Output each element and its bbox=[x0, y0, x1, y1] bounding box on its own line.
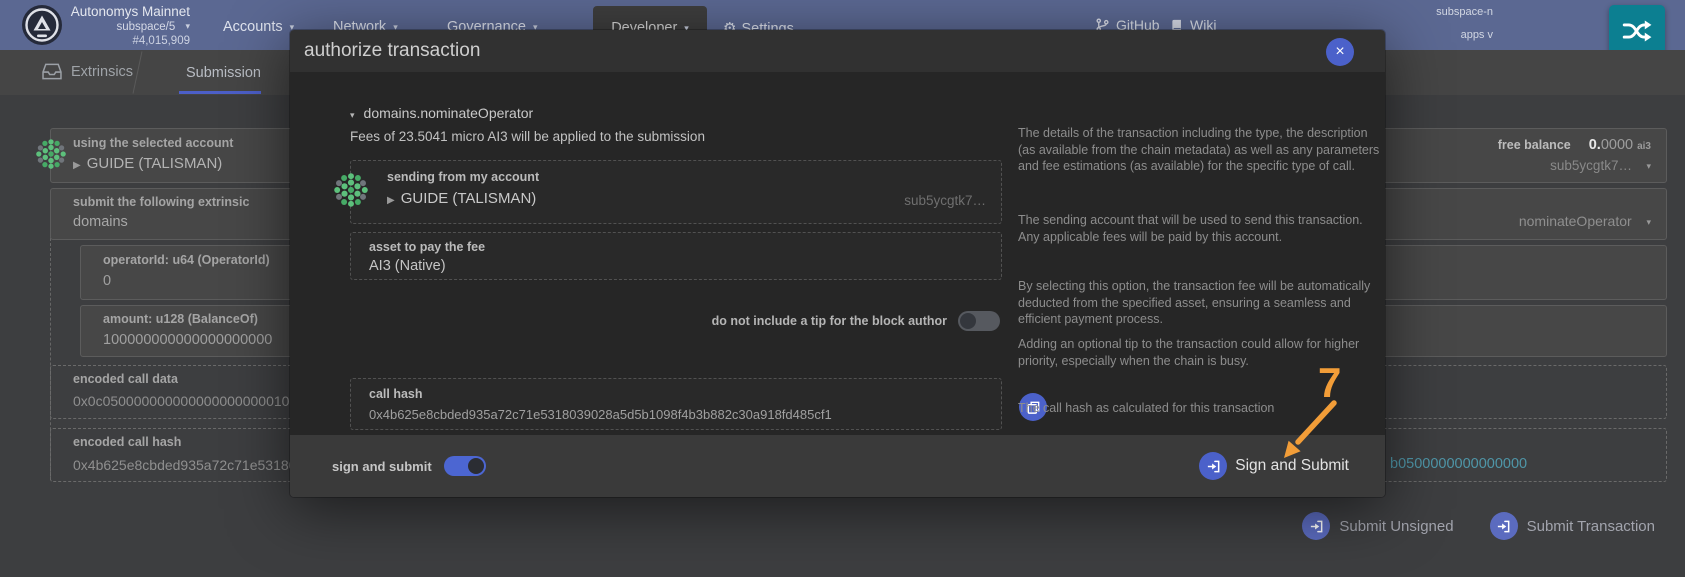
help-text-fee-asset: By selecting this option, the transactio… bbox=[1018, 278, 1380, 328]
nav-item-accounts[interactable]: Accounts▾ bbox=[223, 19, 294, 35]
chevron-down-icon: ▾ bbox=[1646, 217, 1651, 227]
tip-toggle[interactable] bbox=[958, 311, 1000, 331]
field-label: encoded call hash bbox=[73, 435, 181, 449]
call-select[interactable]: nominateOperator ▾ bbox=[1519, 213, 1651, 229]
account-name: GUIDE (TALISMAN) bbox=[87, 155, 223, 172]
page-actions: Submit Unsigned Submit Transaction bbox=[1302, 512, 1655, 540]
chain-spec: subspace/5 ▾ bbox=[60, 21, 190, 34]
close-icon[interactable]: × bbox=[1326, 38, 1354, 66]
sender-account-box[interactable]: sending from my account ▶ GUIDE (TALISMAN… bbox=[350, 160, 1002, 224]
chevron-down-icon: ▾ bbox=[350, 110, 355, 120]
autonomys-logo-icon bbox=[22, 5, 62, 45]
call-hash-value: 0x4b625e8cbded935a72c71e5318039028a5d5b1… bbox=[369, 407, 832, 422]
sign-and-submit-toggle-label: sign and submit bbox=[332, 459, 432, 474]
shuffle-icon bbox=[1622, 18, 1652, 44]
chevron-down-icon: ▾ bbox=[185, 21, 190, 31]
call-hash-box: call hash 0x4b625e8cbded935a72c71e531803… bbox=[350, 378, 1002, 430]
modal-title: authorize transaction bbox=[304, 40, 480, 62]
account-identicon bbox=[36, 139, 66, 169]
field-label: sending from my account bbox=[387, 170, 539, 184]
fee-asset-box[interactable]: asset to pay the fee AI3 (Native) bbox=[350, 232, 1002, 280]
param-label: amount: u128 (BalanceOf) bbox=[103, 312, 258, 326]
apps-version: apps v bbox=[1373, 29, 1493, 41]
sender-name: GUIDE (TALISMAN) bbox=[401, 190, 537, 207]
sender-address: sub5ycgtk7… bbox=[904, 193, 986, 208]
param-label: operatorId: u64 (OperatorId) bbox=[103, 253, 270, 267]
tab-extrinsics[interactable]: Extrinsics bbox=[42, 63, 133, 80]
help-text-sender: The sending account that will be used to… bbox=[1018, 212, 1380, 245]
tab-separator bbox=[133, 51, 143, 93]
field-label: encoded call data bbox=[73, 372, 178, 386]
submit-transaction-button[interactable]: Submit Transaction bbox=[1490, 512, 1655, 540]
block-number: #4,015,909 bbox=[60, 35, 190, 48]
account-value: ▶ GUIDE (TALISMAN) bbox=[73, 155, 222, 172]
active-tab-indicator bbox=[179, 91, 261, 94]
field-label: submit the following extrinsic bbox=[73, 195, 249, 209]
network-version: subspace-n bbox=[1373, 6, 1493, 18]
caret-right-icon: ▶ bbox=[73, 160, 81, 171]
authorize-transaction-modal: ▾ domains.nominateOperator Fees of 23.504… bbox=[290, 30, 1385, 497]
caret-right-icon: ▶ bbox=[387, 195, 395, 206]
chain-selector[interactable]: Autonomys Mainnet subspace/5 ▾ #4,015,90… bbox=[60, 4, 190, 48]
tip-label: do not include a tip for the block autho… bbox=[712, 314, 947, 328]
sign-and-submit-toggle[interactable] bbox=[444, 456, 486, 476]
sign-in-icon bbox=[1199, 452, 1227, 480]
free-balance: free balance 0.0000ai3 bbox=[1498, 136, 1651, 154]
inbox-icon bbox=[42, 63, 62, 80]
toggle-knob bbox=[960, 313, 976, 329]
autonomys-logo[interactable] bbox=[22, 5, 62, 45]
tip-toggle-row: do not include a tip for the block autho… bbox=[350, 311, 1000, 331]
sign-and-submit-button[interactable]: Sign and Submit bbox=[1199, 452, 1349, 480]
call-data-fragment: b0500000000000000 bbox=[1390, 456, 1527, 472]
account-address[interactable]: sub5ycgtk7… ▾ bbox=[1550, 158, 1651, 173]
call-method-expander[interactable]: ▾ domains.nominateOperator bbox=[350, 105, 533, 121]
help-text-details: The details of the transaction including… bbox=[1018, 125, 1380, 175]
button-label: Submit Transaction bbox=[1527, 518, 1655, 535]
button-label: Sign and Submit bbox=[1235, 457, 1349, 475]
nav-item-label: Accounts bbox=[223, 19, 283, 35]
chain-name: Autonomys Mainnet bbox=[60, 4, 190, 20]
fee-asset-value: AI3 (Native) bbox=[369, 258, 446, 274]
modal-body: ▾ domains.nominateOperator Fees of 23.504… bbox=[290, 72, 1385, 435]
field-label: asset to pay the fee bbox=[369, 240, 485, 254]
button-label: Submit Unsigned bbox=[1339, 518, 1453, 535]
sender-identicon bbox=[334, 173, 368, 207]
help-text-tip: Adding an optional tip to the transactio… bbox=[1018, 336, 1380, 369]
param-input[interactable]: 0 bbox=[103, 273, 111, 289]
free-balance-label: free balance bbox=[1498, 138, 1571, 152]
version-info: subspace-n apps v bbox=[1373, 6, 1493, 52]
help-text-call-hash: The call hash as calculated for this tra… bbox=[1018, 400, 1380, 417]
sign-in-icon bbox=[1302, 512, 1330, 540]
call-method: domains.nominateOperator bbox=[364, 105, 534, 121]
screen: Autonomys Mainnet subspace/5 ▾ #4,015,90… bbox=[0, 0, 1685, 577]
sender-value: ▶ GUIDE (TALISMAN) bbox=[387, 190, 536, 208]
modal-header: authorize transaction bbox=[290, 30, 1385, 72]
chain-spec-label: subspace/5 bbox=[116, 21, 175, 33]
fees-note: Fees of 23.5041 micro AI3 will be applie… bbox=[350, 129, 705, 144]
submit-unsigned-button[interactable]: Submit Unsigned bbox=[1302, 512, 1453, 540]
param-input[interactable]: 100000000000000000000 bbox=[103, 332, 272, 348]
pallet-select[interactable]: domains bbox=[73, 214, 128, 230]
sign-in-icon bbox=[1490, 512, 1518, 540]
free-balance-value: 0.0000ai3 bbox=[1589, 136, 1651, 154]
field-label: using the selected account bbox=[73, 136, 233, 150]
tab-label: Extrinsics bbox=[71, 64, 133, 80]
tab-submission[interactable]: Submission bbox=[186, 65, 261, 81]
modal-footer: sign and submit Sign and Submit bbox=[290, 435, 1385, 497]
field-label: call hash bbox=[369, 387, 423, 401]
toggle-knob bbox=[468, 458, 484, 474]
chevron-down-icon: ▾ bbox=[1646, 161, 1651, 171]
